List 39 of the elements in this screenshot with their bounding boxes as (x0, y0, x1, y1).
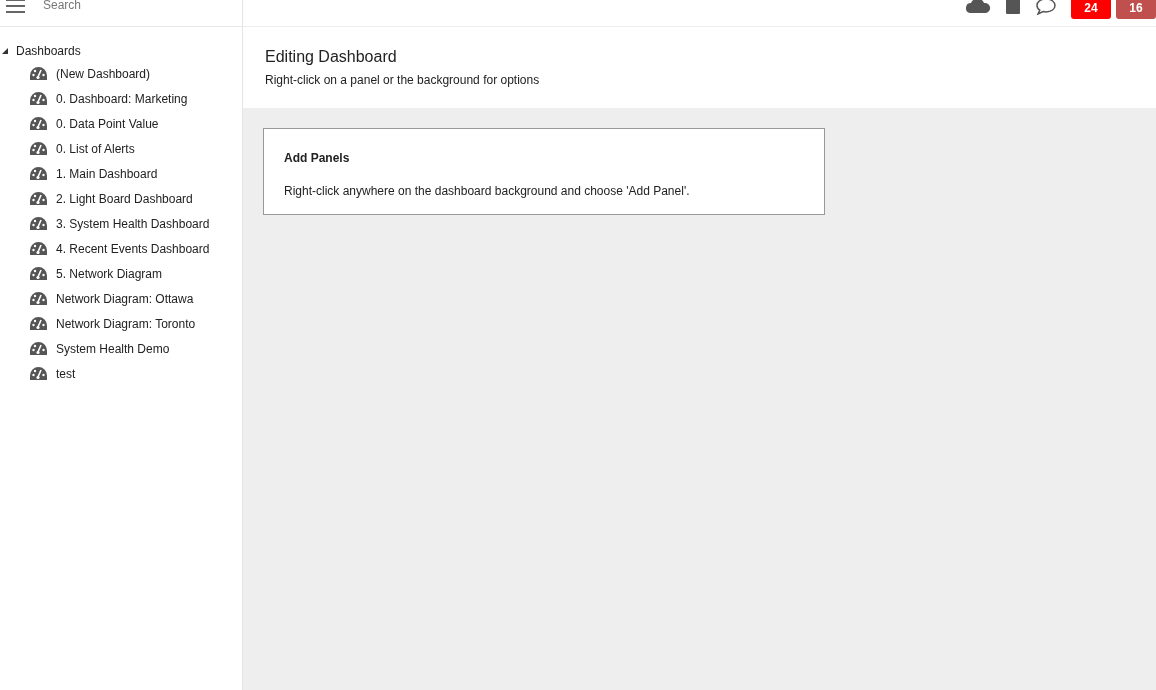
gauge-icon (29, 141, 48, 156)
gauge-icon (29, 66, 48, 81)
triangle-icon[interactable] (2, 48, 8, 54)
count-badge[interactable]: 16 (1116, 0, 1156, 19)
tree-item[interactable]: Network Diagram: Toronto (56, 314, 196, 333)
gauge-icon (29, 266, 48, 281)
tree-item[interactable]: Network Diagram: Ottawa (56, 289, 194, 308)
card-text: Right-click anywhere on the dashboard background and choose 'Add Panel'. (284, 183, 691, 200)
tree-item[interactable]: (New Dashboard) (56, 64, 151, 83)
count-badge[interactable]: 24 (1071, 0, 1111, 19)
tree-item[interactable]: 3. System Health Dashboard (56, 214, 210, 233)
tree-item[interactable]: System Health Demo (56, 339, 170, 358)
clipboard-icon[interactable] (1005, 0, 1021, 14)
tree-item[interactable]: 0. List of Alerts (56, 139, 135, 158)
tree-item[interactable]: 0. Data Point Value (56, 114, 159, 133)
gauge-icon (29, 91, 48, 106)
cloud-icon[interactable] (965, 0, 991, 13)
card-title: Add Panels (284, 150, 351, 167)
gauge-icon (29, 216, 48, 231)
page-subtitle: Right-click on a panel or the background for options (265, 72, 541, 89)
tree-item[interactable]: 1. Main Dashboard (56, 164, 158, 183)
page-title: Editing Dashboard (265, 47, 398, 67)
menu-icon[interactable] (6, 0, 25, 13)
search-field[interactable]: Search (43, 0, 223, 14)
chat-icon[interactable] (1035, 0, 1057, 15)
tree-item[interactable]: 4. Recent Events Dashboard (56, 239, 210, 258)
gauge-icon (29, 116, 48, 131)
gauge-icon (29, 341, 48, 356)
tree-item[interactable]: 5. Network Diagram (56, 264, 163, 283)
gauge-icon (29, 366, 48, 381)
gauge-icon (29, 241, 48, 256)
gauge-icon (29, 166, 48, 181)
gauge-icon (29, 316, 48, 331)
tree-item[interactable]: 2. Light Board Dashboard (56, 189, 193, 208)
gauge-icon (29, 191, 48, 206)
tree-item[interactable]: test (56, 364, 76, 383)
gauge-icon (29, 291, 48, 306)
tree-item[interactable]: Dashboards (16, 42, 81, 60)
tree-item[interactable]: 0. Dashboard: Marketing (56, 89, 188, 108)
